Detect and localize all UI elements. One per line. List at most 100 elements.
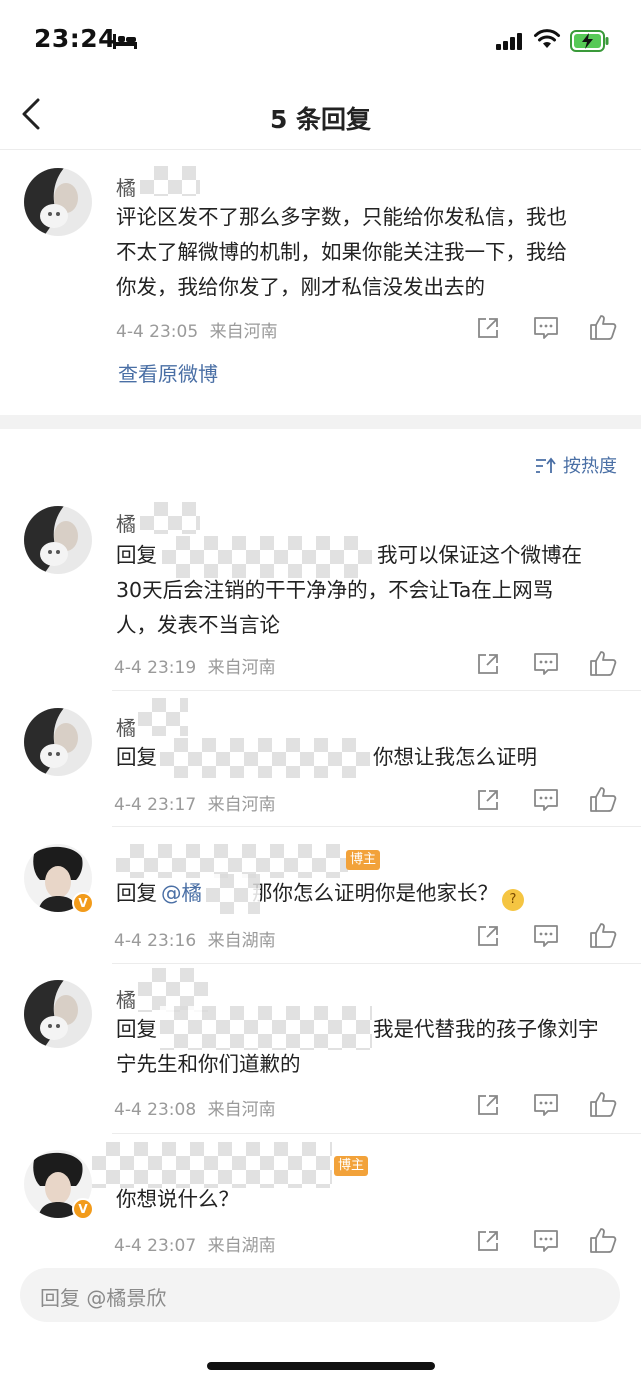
avatar-image	[24, 980, 92, 1048]
reply-location: 来自湖南	[207, 931, 276, 951]
reply-meta: 4-4 23:07 来自湖南	[114, 1231, 276, 1256]
reply-location: 来自河南	[207, 1100, 276, 1120]
reply-time: 4-4 23:08	[114, 1100, 197, 1120]
share-icon[interactable]	[476, 1229, 500, 1253]
reply-time: 4-4 23:07	[114, 1236, 197, 1256]
comment-icon[interactable]	[533, 652, 559, 676]
masked-mention	[160, 738, 370, 778]
verified-badge-icon: V	[72, 1198, 94, 1220]
reply-prefix: 回复	[116, 745, 157, 769]
section-divider	[0, 415, 641, 429]
reply-location: 来自河南	[207, 795, 276, 815]
view-original-link[interactable]: 查看原微博	[118, 358, 218, 387]
sort-icon	[536, 457, 556, 473]
reply-text-line: 你想说什么？	[116, 1187, 239, 1211]
like-icon[interactable]	[589, 785, 617, 813]
signal-icon	[496, 33, 522, 50]
comment-meta: 4-4 23:05 来自河南	[116, 317, 278, 342]
status-time: 23:24	[34, 24, 117, 53]
masked-username	[140, 166, 200, 196]
reply-input-placeholder: 回复 @橘景欣	[40, 1286, 167, 1310]
comment-line: 你发，我给你发了，刚才私信没发出去的	[116, 275, 485, 299]
divider	[112, 690, 641, 691]
reply-location: 来自湖南	[207, 1236, 276, 1256]
reply-time: 4-4 23:17	[114, 795, 197, 815]
like-icon[interactable]	[589, 1090, 617, 1118]
confused-emoji-icon: ?	[502, 889, 524, 911]
reply-text-part: 那你怎么证明你是他家长？	[252, 881, 498, 905]
comment-icon[interactable]	[533, 924, 559, 948]
like-icon[interactable]	[589, 313, 617, 341]
reply-username[interactable]: 橘	[116, 508, 136, 537]
comment-text: 评论区发不了那么多字数，只能给你发私信，我也 不太了解微博的机制，如果你能关注我…	[116, 200, 616, 305]
masked-mention	[206, 874, 260, 914]
share-icon[interactable]	[476, 1093, 500, 1117]
comment-location: 来自河南	[209, 322, 278, 342]
status-bar: 23:24	[0, 0, 641, 80]
mention-link[interactable]: @橘	[161, 881, 202, 905]
blogger-tag: 博主	[346, 850, 381, 870]
masked-mention	[162, 536, 372, 578]
avatar[interactable]	[24, 168, 92, 236]
reply-meta: 4-4 23:08 来自河南	[114, 1095, 276, 1120]
reply-prefix: 回复	[116, 1017, 157, 1041]
nav-bar: 5 条回复	[0, 80, 641, 150]
masked-username	[140, 502, 200, 534]
comment-icon[interactable]	[533, 1093, 559, 1117]
page-title: 5 条回复	[269, 105, 372, 134]
avatar-image	[24, 708, 92, 776]
comment-icon[interactable]	[533, 316, 559, 340]
comment-icon[interactable]	[533, 1229, 559, 1253]
reply-time: 4-4 23:19	[114, 658, 197, 678]
avatar-image	[24, 168, 92, 236]
reply-text-line: 人，发表不当言论	[116, 613, 280, 637]
masked-mention	[160, 1006, 372, 1050]
sort-by-hot-button[interactable]: 按热度	[535, 452, 617, 478]
bed-icon	[113, 34, 137, 49]
reply-meta: 4-4 23:19 来自河南	[114, 653, 276, 678]
verified-badge-icon: V	[72, 892, 94, 914]
reply-prefix: 回复	[116, 543, 157, 567]
divider	[112, 1133, 641, 1134]
home-indicator[interactable]	[207, 1362, 435, 1370]
like-icon[interactable]	[589, 649, 617, 677]
comment-time: 4-4 23:05	[116, 322, 199, 342]
divider	[112, 963, 641, 964]
share-icon[interactable]	[476, 316, 500, 340]
sort-label: 按热度	[563, 456, 617, 477]
wifi-icon	[534, 29, 560, 48]
avatar[interactable]	[24, 506, 92, 574]
comment-icon[interactable]	[533, 788, 559, 812]
like-icon[interactable]	[589, 921, 617, 949]
reply-text-line: 30天后会注销的干干净净的，不会让Ta在上网骂	[116, 578, 554, 602]
reply-meta: 4-4 23:17 来自河南	[114, 790, 276, 815]
reply-time: 4-4 23:16	[114, 931, 197, 951]
comment-username[interactable]: 橘	[116, 172, 136, 201]
masked-username	[138, 698, 188, 736]
reply-location: 来自河南	[207, 658, 276, 678]
reply-text: 你想说什么？	[116, 1182, 616, 1217]
comment-line: 评论区发不了那么多字数，只能给你发私信，我也	[116, 205, 567, 229]
blogger-tag: 博主	[334, 1156, 369, 1176]
reply-text: 回复 @橘 那你怎么证明你是他家长？?	[116, 876, 616, 911]
reply-text-line: 宁先生和你们道歉的	[116, 1052, 301, 1076]
reply-username[interactable]: 橘	[116, 984, 136, 1013]
avatar-image	[24, 506, 92, 574]
battery-charging-icon	[570, 30, 609, 52]
reply-input[interactable]: 回复 @橘景欣	[20, 1268, 620, 1322]
like-icon[interactable]	[589, 1226, 617, 1254]
avatar[interactable]	[24, 708, 92, 776]
divider	[112, 826, 641, 827]
reply-text-part: 我可以保证这个微博在	[377, 543, 582, 567]
reply-text-part: 你想让我怎么证明	[373, 745, 537, 769]
reply-username[interactable]: 橘	[116, 712, 136, 741]
avatar[interactable]	[24, 980, 92, 1048]
share-icon[interactable]	[476, 652, 500, 676]
reply-text-part: 我是代替我的孩子像刘宇	[373, 1017, 599, 1041]
reply-prefix: 回复	[116, 881, 157, 905]
share-icon[interactable]	[476, 788, 500, 812]
masked-username	[116, 844, 348, 878]
reply-meta: 4-4 23:16 来自湖南	[114, 926, 276, 951]
share-icon[interactable]	[476, 924, 500, 948]
comment-line: 不太了解微博的机制，如果你能关注我一下，我给	[116, 240, 567, 264]
